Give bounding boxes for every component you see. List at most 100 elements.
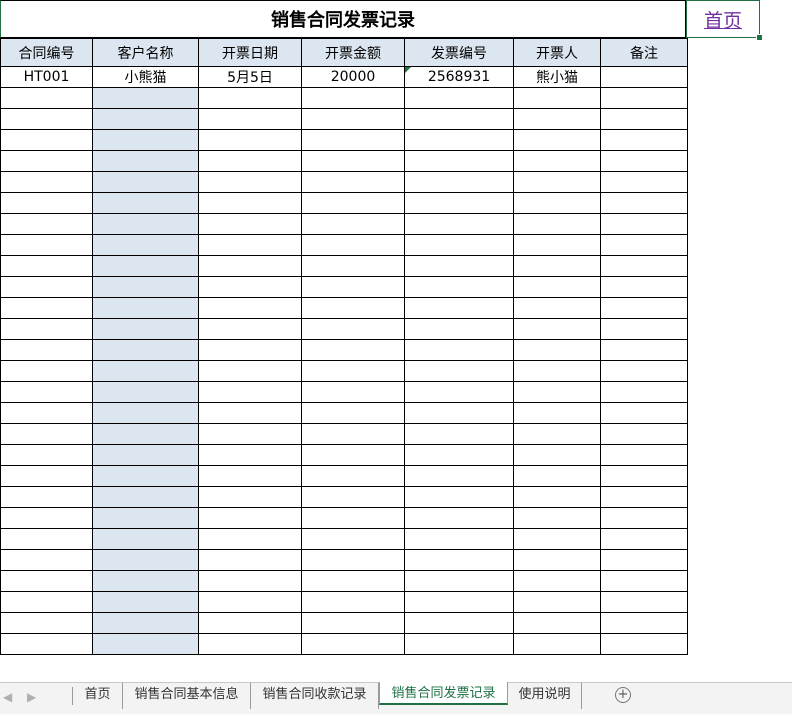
empty-cell[interactable] xyxy=(404,339,514,361)
empty-cell[interactable] xyxy=(0,465,93,487)
empty-cell[interactable] xyxy=(301,381,405,403)
empty-cell[interactable] xyxy=(0,444,93,466)
empty-cell[interactable] xyxy=(92,507,199,529)
empty-cell[interactable] xyxy=(0,633,93,655)
empty-cell[interactable] xyxy=(198,108,302,130)
empty-cell[interactable] xyxy=(600,486,688,508)
empty-cell[interactable] xyxy=(198,423,302,445)
empty-cell[interactable] xyxy=(301,339,405,361)
empty-cell[interactable] xyxy=(92,633,199,655)
empty-cell[interactable] xyxy=(404,444,514,466)
empty-cell[interactable] xyxy=(0,339,93,361)
empty-cell[interactable] xyxy=(92,192,199,214)
empty-cell[interactable] xyxy=(600,507,688,529)
empty-cell[interactable] xyxy=(301,108,405,130)
empty-cell[interactable] xyxy=(92,108,199,130)
empty-cell[interactable] xyxy=(600,129,688,151)
empty-cell[interactable] xyxy=(404,633,514,655)
empty-cell[interactable] xyxy=(0,255,93,277)
empty-cell[interactable] xyxy=(92,360,199,382)
empty-cell[interactable] xyxy=(301,297,405,319)
empty-cell[interactable] xyxy=(0,297,93,319)
empty-cell[interactable] xyxy=(513,528,601,550)
empty-cell[interactable] xyxy=(92,318,199,340)
empty-cell[interactable] xyxy=(92,297,199,319)
empty-cell[interactable] xyxy=(198,486,302,508)
empty-cell[interactable] xyxy=(600,171,688,193)
empty-cell[interactable] xyxy=(301,465,405,487)
empty-cell[interactable] xyxy=(92,402,199,424)
empty-cell[interactable] xyxy=(513,150,601,172)
empty-cell[interactable] xyxy=(198,549,302,571)
empty-cell[interactable] xyxy=(301,633,405,655)
empty-cell[interactable] xyxy=(600,549,688,571)
empty-cell[interactable] xyxy=(513,297,601,319)
empty-cell[interactable] xyxy=(513,591,601,613)
empty-cell[interactable] xyxy=(92,612,199,634)
empty-cell[interactable] xyxy=(0,591,93,613)
empty-cell[interactable] xyxy=(198,507,302,529)
empty-cell[interactable] xyxy=(92,591,199,613)
empty-cell[interactable] xyxy=(600,465,688,487)
empty-cell[interactable] xyxy=(0,360,93,382)
empty-cell[interactable] xyxy=(301,528,405,550)
empty-cell[interactable] xyxy=(0,318,93,340)
empty-cell[interactable] xyxy=(198,255,302,277)
cell-contract-no[interactable]: HT001 xyxy=(0,66,93,88)
home-link-cell[interactable]: 首页 xyxy=(686,0,760,38)
empty-cell[interactable] xyxy=(404,528,514,550)
empty-cell[interactable] xyxy=(513,423,601,445)
empty-cell[interactable] xyxy=(198,339,302,361)
empty-cell[interactable] xyxy=(600,234,688,256)
fill-handle[interactable] xyxy=(756,34,763,41)
empty-cell[interactable] xyxy=(404,234,514,256)
empty-cell[interactable] xyxy=(404,192,514,214)
col-header-invoice-no[interactable]: 发票编号 xyxy=(404,38,514,67)
empty-cell[interactable] xyxy=(513,360,601,382)
empty-cell[interactable] xyxy=(404,213,514,235)
empty-cell[interactable] xyxy=(301,87,405,109)
empty-cell[interactable] xyxy=(404,150,514,172)
empty-cell[interactable] xyxy=(92,486,199,508)
empty-cell[interactable] xyxy=(0,192,93,214)
empty-cell[interactable] xyxy=(404,87,514,109)
empty-cell[interactable] xyxy=(92,465,199,487)
empty-cell[interactable] xyxy=(301,549,405,571)
empty-cell[interactable] xyxy=(513,129,601,151)
empty-cell[interactable] xyxy=(92,150,199,172)
empty-cell[interactable] xyxy=(198,213,302,235)
empty-cell[interactable] xyxy=(198,381,302,403)
empty-cell[interactable] xyxy=(513,465,601,487)
empty-cell[interactable] xyxy=(92,339,199,361)
empty-cell[interactable] xyxy=(198,402,302,424)
empty-cell[interactable] xyxy=(0,507,93,529)
tab-payment-records[interactable]: 销售合同收款记录 xyxy=(251,683,379,709)
empty-cell[interactable] xyxy=(513,570,601,592)
empty-cell[interactable] xyxy=(600,360,688,382)
empty-cell[interactable] xyxy=(600,255,688,277)
empty-cell[interactable] xyxy=(600,591,688,613)
empty-cell[interactable] xyxy=(0,129,93,151)
empty-cell[interactable] xyxy=(0,87,93,109)
plus-circle-icon[interactable]: + xyxy=(615,687,631,703)
empty-cell[interactable] xyxy=(92,570,199,592)
empty-cell[interactable] xyxy=(92,381,199,403)
empty-cell[interactable] xyxy=(404,591,514,613)
empty-cell[interactable] xyxy=(92,276,199,298)
empty-cell[interactable] xyxy=(0,549,93,571)
empty-cell[interactable] xyxy=(198,276,302,298)
empty-cell[interactable] xyxy=(600,108,688,130)
cell-invoice-amount[interactable]: 20000 xyxy=(301,66,405,88)
empty-cell[interactable] xyxy=(301,486,405,508)
empty-cell[interactable] xyxy=(513,633,601,655)
empty-cell[interactable] xyxy=(404,360,514,382)
col-header-remarks[interactable]: 备注 xyxy=(600,38,688,67)
empty-cell[interactable] xyxy=(301,423,405,445)
empty-cell[interactable] xyxy=(513,381,601,403)
empty-cell[interactable] xyxy=(600,339,688,361)
empty-cell[interactable] xyxy=(0,570,93,592)
empty-cell[interactable] xyxy=(0,381,93,403)
empty-cell[interactable] xyxy=(301,255,405,277)
empty-cell[interactable] xyxy=(513,234,601,256)
empty-cell[interactable] xyxy=(513,87,601,109)
